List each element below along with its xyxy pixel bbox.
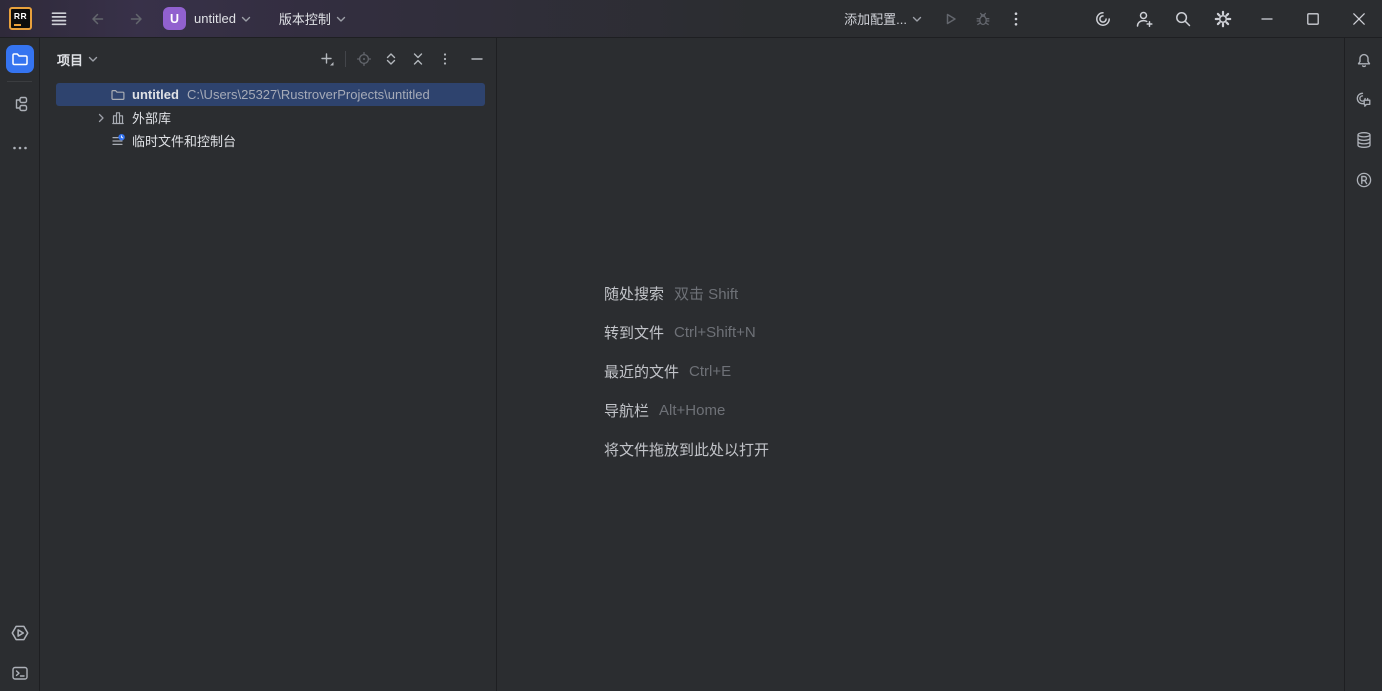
more-actions-kebab-icon[interactable] <box>1004 7 1028 31</box>
shortcut-row: 随处搜索 双击 Shift <box>604 283 779 303</box>
folder-icon <box>109 87 126 103</box>
logo-text: RR <box>14 11 27 21</box>
project-root-name: untitled <box>132 87 179 102</box>
search-everywhere-icon[interactable] <box>1171 7 1195 31</box>
main-menu-icon[interactable] <box>48 8 70 30</box>
database-button[interactable] <box>1350 126 1378 154</box>
project-toolwindow-button[interactable] <box>6 45 34 73</box>
run-hexagon-icon <box>9 622 31 644</box>
ellipsis-icon <box>10 138 30 158</box>
left-toolwindow-stripe <box>0 38 40 691</box>
collapse-all-icon[interactable] <box>409 50 427 68</box>
project-chevron-down-icon[interactable] <box>241 14 251 24</box>
shortcut-row: 最近的文件 Ctrl+E <box>604 361 779 381</box>
scratches-label: 临时文件和控制台 <box>132 131 236 150</box>
project-selector[interactable]: untitled <box>194 11 236 26</box>
ai-chat-icon <box>1354 90 1374 110</box>
folder-icon <box>10 49 30 69</box>
actions-separator <box>345 51 346 67</box>
window-minimize-icon[interactable] <box>1244 0 1290 38</box>
shortcut-keys: Ctrl+E <box>689 363 731 380</box>
titlebar-right-group: 添加配置... <box>844 0 1382 37</box>
run-toolwindow-button[interactable] <box>6 619 34 647</box>
shortcut-row: 转到文件 Ctrl+Shift+N <box>604 322 779 342</box>
titlebar: RR U untitled 版本控制 添 <box>0 0 1382 38</box>
structure-icon <box>10 94 30 114</box>
project-avatar[interactable]: U <box>163 7 186 30</box>
back-icon[interactable] <box>85 8 107 30</box>
scratches-icon <box>109 133 126 149</box>
project-avatar-letter: U <box>170 12 179 26</box>
window-close-icon[interactable] <box>1336 0 1382 38</box>
shortcut-hints: 随处搜索 双击 Shift 转到文件 Ctrl+Shift+N 最近的文件 Ct… <box>604 283 779 478</box>
panel-options-kebab-icon[interactable] <box>436 50 454 68</box>
tree-row-external-libraries[interactable]: 外部库 <box>40 106 496 129</box>
logo-underscore <box>14 24 21 26</box>
terminal-icon <box>10 663 30 683</box>
vcs-chevron-down-icon[interactable] <box>336 14 346 24</box>
bell-icon <box>1354 50 1374 70</box>
project-root-path: C:\Users\25327\RustroverProjects\untitle… <box>187 87 430 102</box>
project-tree: untitled C:\Users\25327\RustroverProject… <box>40 83 496 152</box>
titlebar-left-group: RR U untitled 版本控制 <box>0 0 346 37</box>
run-icon[interactable] <box>938 7 962 31</box>
editor-empty-area: 随处搜索 双击 Shift 转到文件 Ctrl+Shift+N 最近的文件 Ct… <box>497 38 1344 691</box>
shortcut-label: 转到文件 <box>604 322 664 343</box>
forward-icon[interactable] <box>127 8 149 30</box>
run-config-chevron-down-icon[interactable] <box>912 14 922 24</box>
expand-all-icon[interactable] <box>382 50 400 68</box>
project-panel-actions <box>318 50 486 68</box>
chevron-right-icon[interactable] <box>93 112 109 124</box>
ai-assistant-icon[interactable] <box>1091 7 1115 31</box>
rustrover-logo: RR <box>9 7 32 30</box>
shortcut-label: 最近的文件 <box>604 361 679 382</box>
structure-toolwindow-button[interactable] <box>6 90 34 118</box>
cargo-button[interactable] <box>1350 166 1378 194</box>
shortcut-keys: Alt+Home <box>659 402 725 419</box>
library-icon <box>109 110 126 126</box>
window-maximize-icon[interactable] <box>1290 0 1336 38</box>
project-panel-header: 项目 <box>40 38 496 80</box>
shortcut-keys: 双击 Shift <box>674 283 738 304</box>
hide-panel-icon[interactable] <box>468 50 486 68</box>
project-panel-chevron-down-icon[interactable] <box>88 54 98 64</box>
ai-chat-button[interactable] <box>1350 86 1378 114</box>
rustrover-window: { "titlebar": { "logo": "RR", "project_b… <box>0 0 1382 691</box>
cargo-rust-icon <box>1354 170 1374 190</box>
stripe-divider <box>7 81 32 82</box>
project-panel: 项目 <box>40 38 497 691</box>
shortcut-row: 导航栏 Alt+Home <box>604 400 779 420</box>
right-toolwindow-stripe <box>1344 38 1382 691</box>
database-icon <box>1354 130 1374 150</box>
notifications-button[interactable] <box>1350 46 1378 74</box>
shortcut-keys: Ctrl+Shift+N <box>674 324 756 341</box>
settings-gear-icon[interactable] <box>1211 7 1235 31</box>
external-libraries-label: 外部库 <box>132 108 171 127</box>
shortcut-label: 将文件拖放到此处以打开 <box>604 439 769 460</box>
add-icon[interactable] <box>318 50 336 68</box>
code-with-me-user-plus-icon[interactable] <box>1132 7 1156 31</box>
debug-icon[interactable] <box>971 7 995 31</box>
project-panel-title[interactable]: 项目 <box>57 50 83 69</box>
vcs-menu[interactable]: 版本控制 <box>279 9 331 28</box>
run-configuration-selector[interactable]: 添加配置... <box>844 9 907 28</box>
locate-file-icon[interactable] <box>355 50 373 68</box>
shortcut-row: 将文件拖放到此处以打开 <box>604 439 779 459</box>
tree-row-project-root[interactable]: untitled C:\Users\25327\RustroverProject… <box>40 83 496 106</box>
terminal-toolwindow-button[interactable] <box>6 659 34 687</box>
tree-row-scratches[interactable]: 临时文件和控制台 <box>40 129 496 152</box>
shortcut-label: 导航栏 <box>604 400 649 421</box>
shortcut-label: 随处搜索 <box>604 283 664 304</box>
more-toolwindows-button[interactable] <box>6 134 34 162</box>
